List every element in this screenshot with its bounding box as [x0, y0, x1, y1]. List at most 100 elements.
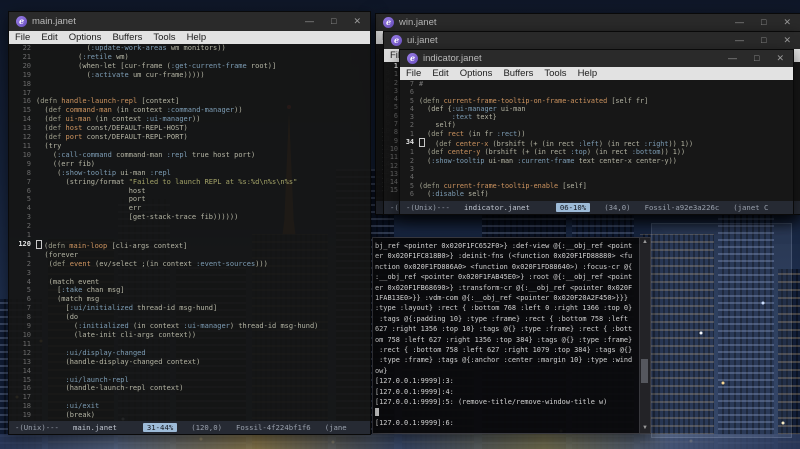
- code-line[interactable]: 8 (do: [9, 313, 370, 322]
- code-line[interactable]: 11 (try: [9, 142, 370, 151]
- code-line[interactable]: 10 (:call-command command-man :repl true…: [9, 151, 370, 160]
- menu-item-file[interactable]: File: [15, 32, 30, 43]
- code-line[interactable]: 18 :ui/exit: [9, 402, 370, 411]
- code-line[interactable]: 4 (match event: [9, 278, 370, 287]
- close-button[interactable]: ✕: [353, 13, 361, 30]
- repl-line: :type :frame} :tags @{:anchor :center :m…: [375, 356, 633, 365]
- editor-area[interactable]: 7 #6 5 (defn current-frame-tooltip-on-frame…: [400, 80, 793, 201]
- code-line[interactable]: 9 ((err fib): [9, 160, 370, 169]
- titlebar[interactable]: e win.janet — □ ✕: [376, 14, 800, 31]
- line-number: 19: [22, 70, 31, 79]
- code-line[interactable]: 20 (when-let [cur-frame (:get-current-fr…: [9, 62, 370, 71]
- code-line[interactable]: 16 (handle-launch-repl context): [9, 384, 370, 393]
- code-line[interactable]: 15 (def command-man (in context :command…: [9, 106, 370, 115]
- code-line[interactable]: 6 (match msg: [9, 295, 370, 304]
- code-line[interactable]: 3: [9, 269, 370, 278]
- menu-item-help[interactable]: Help: [187, 32, 207, 43]
- menu-item-buffers[interactable]: Buffers: [503, 68, 533, 79]
- code-line[interactable]: 16 (defn handle-launch-repl [context]: [9, 97, 370, 106]
- code-line[interactable]: 3 :text text}: [400, 113, 793, 121]
- maximize-button[interactable]: □: [331, 13, 336, 30]
- menu-item-edit[interactable]: Edit: [432, 68, 448, 79]
- line-number: 3: [409, 164, 414, 173]
- minimize-button[interactable]: —: [735, 32, 744, 49]
- menu-item-options[interactable]: Options: [460, 68, 493, 79]
- scrollbar[interactable]: ▲ ▼: [639, 238, 650, 433]
- code-line[interactable]: 3 [get-stack-trace fib)))))): [9, 213, 370, 222]
- code-line[interactable]: 1 (forever: [9, 251, 370, 260]
- code-line[interactable]: 13 (def host const/DEFAULT-REPL-HOST): [9, 124, 370, 133]
- close-button[interactable]: ✕: [776, 50, 784, 67]
- line-number: 6: [409, 88, 414, 97]
- code-line[interactable]: 1 (def rect (in fr :rect)): [400, 130, 793, 138]
- code-line[interactable]: 4 (def {:ui-manager ui-man: [400, 105, 793, 113]
- code-line[interactable]: 22 (:update-work-areas wm monitors)): [9, 44, 370, 53]
- menu-item-buffers[interactable]: Buffers: [112, 32, 142, 43]
- minimize-button[interactable]: —: [728, 50, 737, 67]
- code-line[interactable]: 34 (def center-x (brshift (+ (in rect :l…: [400, 138, 793, 148]
- menu-item-file[interactable]: File: [406, 68, 421, 79]
- code-line[interactable]: 2 (:show-tooltip ui-man :current-frame t…: [400, 157, 793, 165]
- titlebar[interactable]: e indicator.janet — □ ✕: [400, 50, 793, 67]
- code-line[interactable]: 5 [:take chan msg]: [9, 286, 370, 295]
- code-line[interactable]: 21 (:retile wm): [9, 53, 370, 62]
- menu-item-edit[interactable]: Edit: [41, 32, 57, 43]
- line-number: 22: [22, 44, 31, 52]
- code-line[interactable]: 15 :ui/launch-repl: [9, 376, 370, 385]
- code-line[interactable]: 7 (string/format "Failed to launch REPL …: [9, 178, 370, 187]
- editor-area[interactable]: 22 (:update-work-areas wm monitors)) 21 (…: [9, 44, 370, 421]
- code-line[interactable]: 5 (defn current-frame-tooltip-enable [sel…: [400, 182, 793, 190]
- code-line[interactable]: 11: [9, 340, 370, 349]
- repl-line: [127.0.0.1:9999]:3:: [375, 377, 454, 386]
- repl-output[interactable]: bj_ref <pointer 0x020F1FC652F0>} :def-vi…: [375, 241, 639, 431]
- minimize-button[interactable]: —: [305, 13, 314, 30]
- code-line[interactable]: 13 (handle-display-changed context): [9, 358, 370, 367]
- repl-line: er 0x020F1FB68690>} :transform-cr @{:__o…: [375, 283, 633, 292]
- code-line[interactable]: 4: [400, 173, 793, 181]
- code-line[interactable]: 6 host: [9, 187, 370, 196]
- code-line[interactable]: 17: [9, 89, 370, 98]
- code-line[interactable]: 12 :ui/display-changed: [9, 349, 370, 358]
- scroll-up-icon[interactable]: ▲: [640, 238, 650, 247]
- code-line[interactable]: 14: [9, 367, 370, 376]
- code-line[interactable]: 5 port: [9, 195, 370, 204]
- code-line[interactable]: 2 (def event (ev/select ;(in context :ev…: [9, 260, 370, 269]
- code-line[interactable]: 12 (def port const/DEFAULT-REPL-PORT): [9, 133, 370, 142]
- menu-item-help[interactable]: Help: [578, 68, 598, 79]
- code-line[interactable]: 7 [:ui/initialized thread-id msg-hund]: [9, 304, 370, 313]
- code-line[interactable]: 1: [9, 231, 370, 240]
- code-line[interactable]: 14 (def ui-man (in context :ui-manager)): [9, 115, 370, 124]
- maximize-button[interactable]: □: [761, 14, 766, 31]
- titlebar[interactable]: e ui.janet — □ ✕: [384, 32, 800, 49]
- code-line[interactable]: 7 #: [400, 80, 793, 88]
- menu-item-options[interactable]: Options: [69, 32, 102, 43]
- titlebar[interactable]: e main.janet — □ ✕: [9, 12, 370, 31]
- code-line[interactable]: 1 (def center-y (brshift (+ (in rect :to…: [400, 148, 793, 156]
- code-line[interactable]: 6 (:disable self): [400, 190, 793, 198]
- scrollbar-thumb[interactable]: [641, 358, 648, 383]
- code-line[interactable]: 8 (:show-tooltip ui-man :repl: [9, 169, 370, 178]
- minimize-button[interactable]: —: [735, 14, 744, 31]
- code-line[interactable]: 17: [9, 393, 370, 402]
- code-line[interactable]: 19 (break): [9, 411, 370, 420]
- code-line[interactable]: 9 (:initialized (in context :ui-manager)…: [9, 322, 370, 331]
- line-number: 120: [18, 239, 31, 248]
- menu-item-tools[interactable]: Tools: [153, 32, 175, 43]
- code-line[interactable]: 4 err: [9, 204, 370, 213]
- close-button[interactable]: ✕: [783, 14, 791, 31]
- maximize-button[interactable]: □: [761, 32, 766, 49]
- code-line[interactable]: 3: [400, 165, 793, 173]
- scroll-down-icon[interactable]: ▼: [640, 424, 650, 433]
- code-line[interactable]: 19 (:activate um cur-frame))))): [9, 71, 370, 80]
- menu-item-tools[interactable]: Tools: [544, 68, 566, 79]
- close-button[interactable]: ✕: [783, 32, 791, 49]
- code-line[interactable]: 6: [400, 88, 793, 96]
- code-line[interactable]: 20: [9, 420, 370, 421]
- code-line[interactable]: 2: [9, 222, 370, 231]
- code-line[interactable]: 2 self): [400, 121, 793, 129]
- code-line[interactable]: 5 (defn current-frame-tooltip-on-frame-ac…: [400, 97, 793, 105]
- code-line[interactable]: 18: [9, 80, 370, 89]
- code-line[interactable]: 10 (late-init cli-args context)): [9, 331, 370, 340]
- maximize-button[interactable]: □: [754, 50, 759, 67]
- code-line[interactable]: 120 (defn main-loop [cli-args context]: [9, 239, 370, 251]
